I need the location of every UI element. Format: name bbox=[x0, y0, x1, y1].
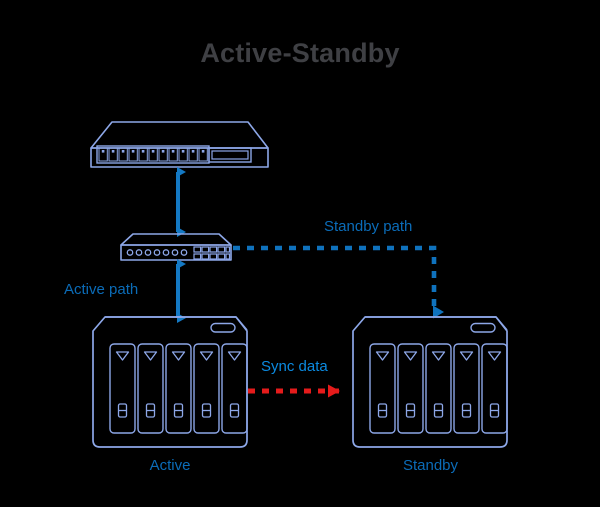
drive-bay[interactable] bbox=[397, 343, 424, 434]
page-title: Active-Standby bbox=[200, 38, 400, 68]
drive-bay[interactable] bbox=[221, 343, 248, 434]
active-path-label: Active path bbox=[64, 281, 139, 298]
nas-active-bays bbox=[109, 343, 248, 434]
router-display-inner bbox=[211, 150, 249, 160]
switch-leds bbox=[126, 249, 188, 256]
standby-path-label: Standby path bbox=[324, 218, 413, 235]
drive-bay[interactable] bbox=[165, 343, 192, 434]
drive-bay[interactable] bbox=[481, 343, 508, 434]
standby-node-label: Standby bbox=[402, 457, 459, 474]
network-topology-diagram bbox=[90, 121, 508, 448]
drive-bay[interactable] bbox=[137, 343, 164, 434]
nas-standby-bays bbox=[369, 343, 508, 434]
switch-device[interactable] bbox=[120, 233, 232, 261]
switch-ports bbox=[193, 246, 231, 260]
router-device[interactable] bbox=[90, 121, 269, 168]
router-display-panel bbox=[208, 147, 252, 163]
active-node-label: Active bbox=[149, 457, 191, 474]
nas-active-body bbox=[92, 316, 248, 448]
router-top-face bbox=[90, 121, 269, 149]
drive-bay[interactable] bbox=[193, 343, 220, 434]
switch-top-face bbox=[120, 233, 232, 246]
nas-standby[interactable] bbox=[352, 316, 508, 448]
drive-bay[interactable] bbox=[453, 343, 480, 434]
drive-bay[interactable] bbox=[425, 343, 452, 434]
sync-data-label: Sync data bbox=[261, 358, 328, 375]
router-ports bbox=[98, 147, 208, 162]
nas-active-power-button[interactable] bbox=[210, 322, 236, 333]
connector-standby-path bbox=[233, 245, 444, 319]
nas-standby-body bbox=[352, 316, 508, 448]
drive-bay[interactable] bbox=[109, 343, 136, 434]
nas-active[interactable] bbox=[92, 316, 248, 448]
nas-standby-power-button[interactable] bbox=[470, 322, 496, 333]
drive-bay[interactable] bbox=[369, 343, 396, 434]
diagram-canvas: Active-Standby Standby path Active path … bbox=[0, 0, 600, 507]
